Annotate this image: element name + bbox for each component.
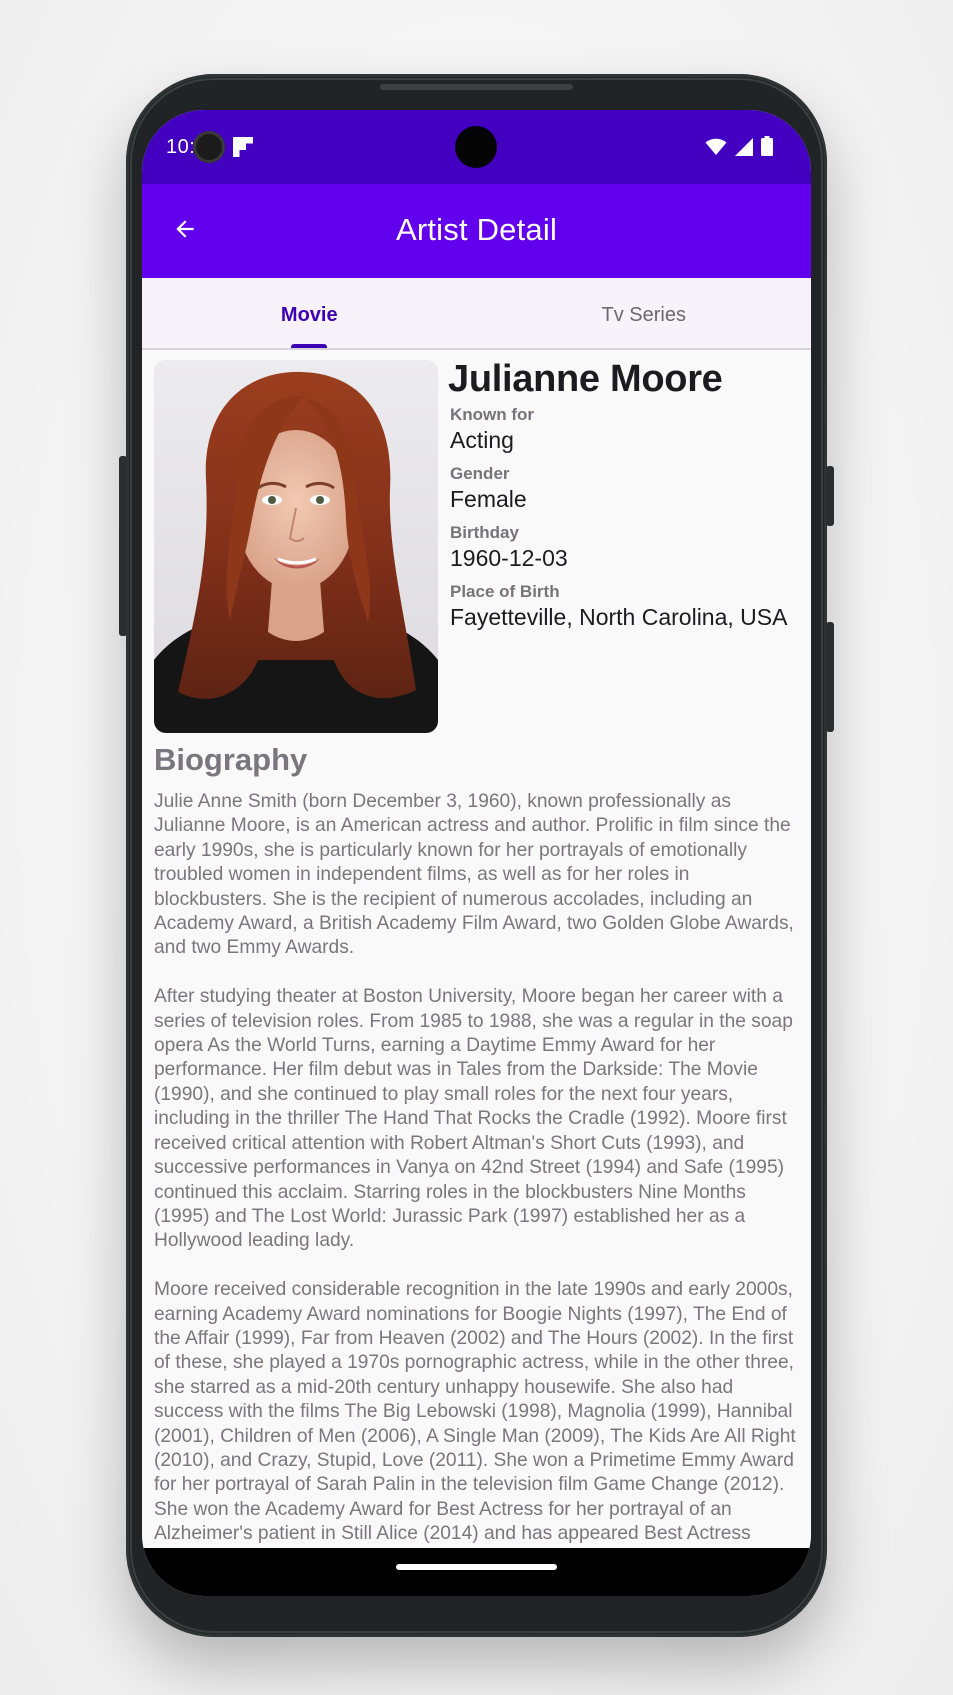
artist-info: Julianne Moore Known for Acting Gender F… — [448, 358, 805, 631]
biography-heading: Biography — [154, 742, 308, 777]
wifi-icon — [705, 138, 727, 161]
device-mockup-background: 10: Artist Detail Movie Tv Series Julian… — [0, 0, 953, 1695]
power-button — [826, 466, 834, 526]
tab-bar: Movie Tv Series — [142, 278, 811, 350]
known-for-value: Acting — [450, 427, 514, 453]
phone-screen: 10: Artist Detail Movie Tv Series Julian… — [142, 110, 811, 1596]
tab-movie-label: Movie — [280, 304, 338, 326]
known-for-label: Known for — [450, 405, 535, 424]
signal-icon — [735, 138, 753, 161]
place-of-birth-value: Fayetteville, North Carolina, USA — [450, 604, 788, 630]
phone-frame: 10: Artist Detail Movie Tv Series Julian… — [119, 74, 834, 1637]
birthday-value: 1960-12-03 — [450, 545, 568, 571]
status-icons — [705, 136, 773, 161]
volume-button — [826, 622, 834, 732]
gender-value: Female — [450, 486, 527, 512]
tab-movie[interactable]: Movie — [142, 278, 477, 348]
tab-tv-series-label: Tv Series — [601, 304, 686, 326]
screen-record-icon — [193, 131, 225, 163]
home-gesture-handle[interactable] — [396, 1564, 557, 1570]
artist-detail-content[interactable]: Julianne Moore Known for Acting Gender F… — [142, 350, 811, 1550]
biography-text: Julie Anne Smith (born December 3, 1960)… — [154, 791, 796, 1545]
status-bar: 10: — [142, 110, 811, 184]
tab-indicator — [291, 344, 328, 348]
status-time: 10: — [166, 136, 196, 158]
place-of-birth-label: Place of Birth — [450, 582, 560, 601]
birthday-label: Birthday — [450, 523, 519, 542]
side-button-left — [119, 456, 127, 636]
front-camera — [455, 126, 497, 168]
artist-name: Julianne Moore — [448, 358, 723, 400]
battery-icon — [761, 136, 773, 161]
page-title: Artist Detail — [395, 212, 558, 247]
artist-portrait — [154, 360, 438, 733]
system-navigation-bar — [142, 1548, 811, 1596]
tab-tv-series[interactable]: Tv Series — [477, 278, 812, 348]
earpiece-speaker — [380, 84, 573, 90]
flipboard-icon — [233, 137, 253, 157]
gender-label: Gender — [450, 464, 510, 483]
top-app-bar: Artist Detail — [142, 184, 811, 278]
